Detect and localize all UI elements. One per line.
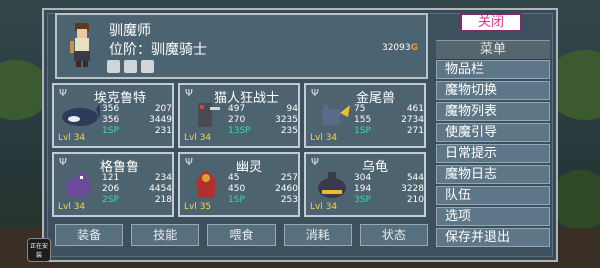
sub-value: 253: [280, 195, 298, 205]
sub-value: 210: [406, 195, 424, 205]
sp-value: 13SP: [228, 126, 251, 136]
monster-sprite: [65, 172, 91, 198]
mp-value: 206: [102, 184, 120, 194]
mp-value: 155: [354, 115, 372, 125]
atk-value: 304: [354, 173, 372, 183]
def-value: 257: [280, 173, 298, 183]
sub-value: 235: [280, 126, 298, 136]
monster-card[interactable]: Ψ 乌龟 304 544 194 3228 3SP 210 Lvl 34: [304, 152, 426, 217]
gold-counter: 32093G: [382, 43, 418, 53]
menu-item-options[interactable]: 选项: [436, 207, 550, 226]
tamer-equipment-icons: [107, 60, 154, 73]
hp-value: 3235: [275, 115, 298, 125]
mp-value: 194: [354, 184, 372, 194]
tab-equipment[interactable]: 装备: [55, 224, 124, 246]
hp-value: 2734: [401, 115, 424, 125]
tab-consume[interactable]: 消耗: [283, 224, 352, 246]
atk-value: 356: [102, 104, 120, 114]
level-label: Lvl 34: [310, 202, 338, 212]
close-button[interactable]: 关闭: [460, 13, 522, 32]
mp-value: 450: [228, 184, 246, 194]
menu-header: 菜单: [436, 40, 550, 60]
menu-item-monster-switch[interactable]: 魔物切换: [436, 81, 550, 100]
def-value: 234: [154, 173, 172, 183]
fork-icon: Ψ: [59, 88, 67, 99]
monster-card[interactable]: Ψ 埃克鲁特 356 207 356 3449 1SP 231 Lvl 34: [52, 83, 174, 148]
accessory-icon: [107, 60, 120, 73]
monster-card[interactable]: Ψ 幽灵 45 257 450 2460 1SP 253 Lvl 35: [178, 152, 300, 217]
monster-action-tabs: 装备 技能 喂食 消耗 状态: [55, 224, 429, 246]
sub-value: 218: [154, 195, 172, 205]
level-label: Lvl 35: [184, 202, 212, 212]
monster-stats: 121 234 206 4454 2SP 218: [102, 173, 172, 206]
fork-icon: Ψ: [185, 88, 193, 99]
sp-value: 1SP: [354, 126, 371, 136]
mp-value: 270: [228, 115, 246, 125]
hp-value: 2460: [275, 184, 298, 194]
atk-value: 121: [102, 173, 120, 183]
hp-value: 3449: [149, 115, 172, 125]
fork-icon: Ψ: [185, 157, 193, 168]
monster-stats: 304 544 194 3228 3SP 210: [354, 173, 424, 206]
atk-value: 75: [354, 104, 366, 114]
fork-icon: Ψ: [311, 88, 319, 99]
menu-item-party[interactable]: 队伍: [436, 186, 550, 205]
def-value: 544: [406, 173, 424, 183]
monster-stats: 45 257 450 2460 1SP 253: [228, 173, 298, 206]
level-label: Lvl 34: [58, 133, 86, 143]
menu-item-monster-log[interactable]: 魔物日志: [436, 165, 550, 184]
monster-sprite: [198, 103, 220, 127]
level-label: Lvl 34: [310, 133, 338, 143]
monster-card[interactable]: Ψ 金尾兽 75 461 155 2734 1SP 271 Lvl 34: [304, 83, 426, 148]
tab-skills[interactable]: 技能: [131, 224, 200, 246]
def-value: 94: [286, 104, 298, 114]
monster-sprite: [322, 105, 350, 125]
tamer-rank: 位阶：驯魔骑士: [109, 42, 207, 58]
sp-value: 3SP: [354, 195, 371, 205]
menu-item-inventory[interactable]: 物品栏: [436, 60, 550, 79]
side-menu: 物品栏 魔物切换 魔物列表 使魔引导 日常提示 魔物日志 队伍 选项 保存并退出: [436, 60, 550, 249]
def-value: 207: [154, 104, 172, 114]
sub-value: 231: [154, 126, 172, 136]
monster-stats: 497 94 270 3235 13SP 235: [228, 104, 298, 137]
installing-app-icon[interactable]: 正在安装: [27, 238, 51, 262]
tab-feed[interactable]: 喂食: [207, 224, 276, 246]
menu-item-daily-tips[interactable]: 日常提示: [436, 144, 550, 163]
boots-icon: [124, 60, 137, 73]
level-label: Lvl 34: [58, 202, 86, 212]
monster-card[interactable]: Ψ 格鲁鲁 121 234 206 4454 2SP 218 Lvl 34: [52, 152, 174, 217]
monster-stats: 356 207 356 3449 1SP 231: [102, 104, 172, 137]
sp-value: 1SP: [228, 195, 245, 205]
tab-status[interactable]: 状态: [359, 224, 429, 246]
monster-sprite: [196, 170, 216, 198]
atk-value: 45: [228, 173, 240, 183]
monster-card[interactable]: Ψ 猫人狂战士 497 94 270 3235 13SP 235 Lvl 34: [178, 83, 300, 148]
level-label: Lvl 34: [184, 133, 212, 143]
hp-value: 3228: [401, 184, 424, 194]
tamer-sprite: [70, 23, 90, 67]
hp-value: 4454: [149, 184, 172, 194]
mp-value: 356: [102, 115, 120, 125]
def-value: 461: [406, 104, 424, 114]
tamer-name: 驯魔师: [109, 23, 151, 39]
monster-sprite: [62, 103, 100, 126]
gold-amount: 32093: [381, 43, 411, 53]
sp-value: 1SP: [102, 126, 119, 136]
monster-stats: 75 461 155 2734 1SP 271: [354, 104, 424, 137]
tamer-card: 驯魔师 位阶：驯魔骑士 32093G: [55, 13, 428, 79]
atk-value: 497: [228, 104, 246, 114]
sp-value: 2SP: [102, 195, 119, 205]
menu-item-familiar-guide[interactable]: 使魔引导: [436, 123, 550, 142]
menu-item-monster-list[interactable]: 魔物列表: [436, 102, 550, 121]
fork-icon: Ψ: [311, 157, 319, 168]
monster-sprite: [318, 172, 346, 198]
fork-icon: Ψ: [59, 157, 67, 168]
armor-icon: [141, 60, 154, 73]
gold-icon: G: [410, 43, 418, 53]
menu-item-save-quit[interactable]: 保存并退出: [436, 228, 550, 247]
sub-value: 271: [406, 126, 424, 136]
